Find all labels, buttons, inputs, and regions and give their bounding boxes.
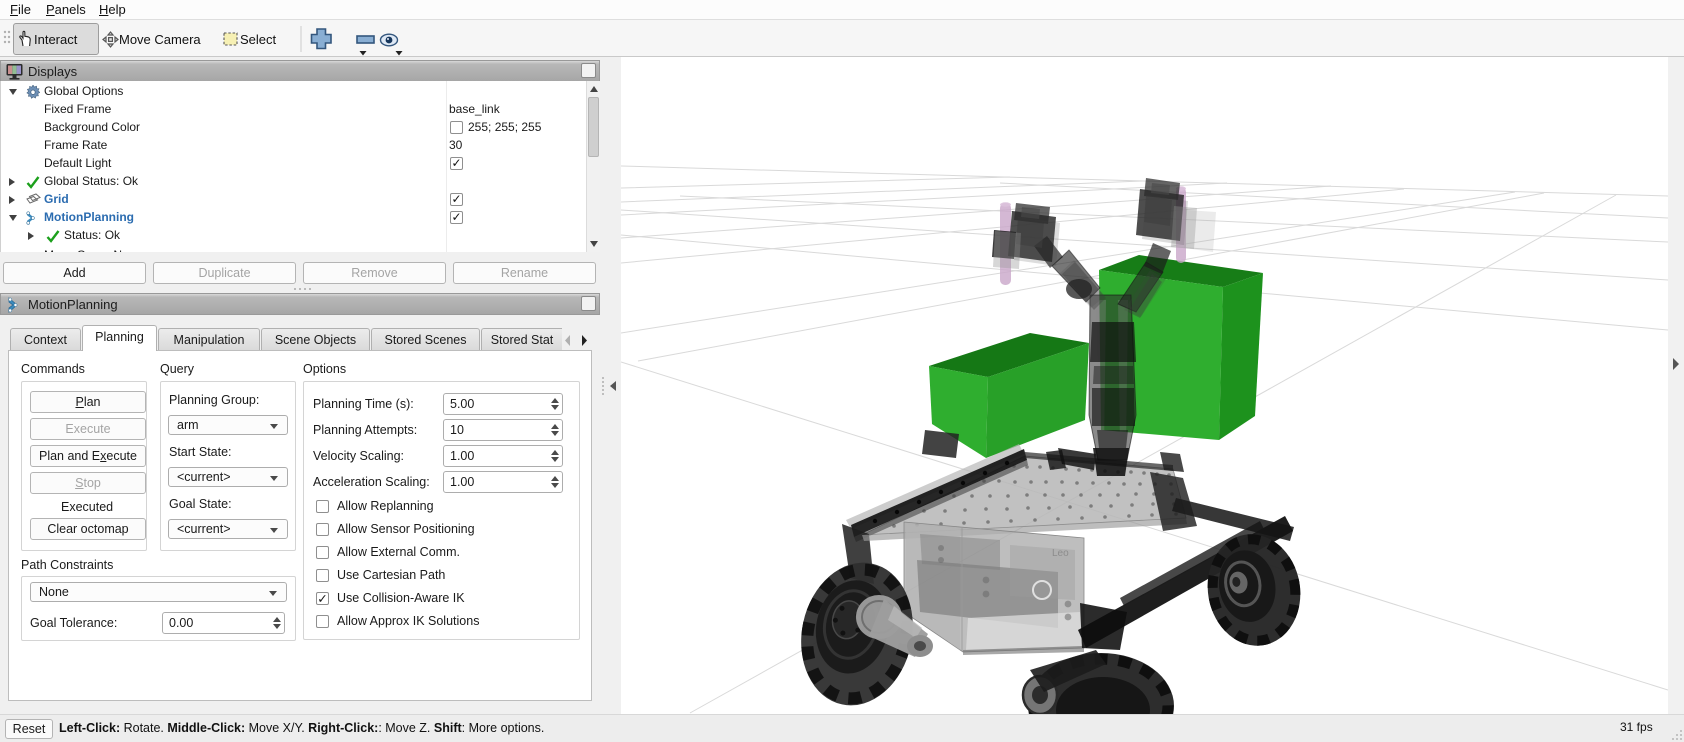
svg-text:Leo: Leo [1052,548,1069,559]
